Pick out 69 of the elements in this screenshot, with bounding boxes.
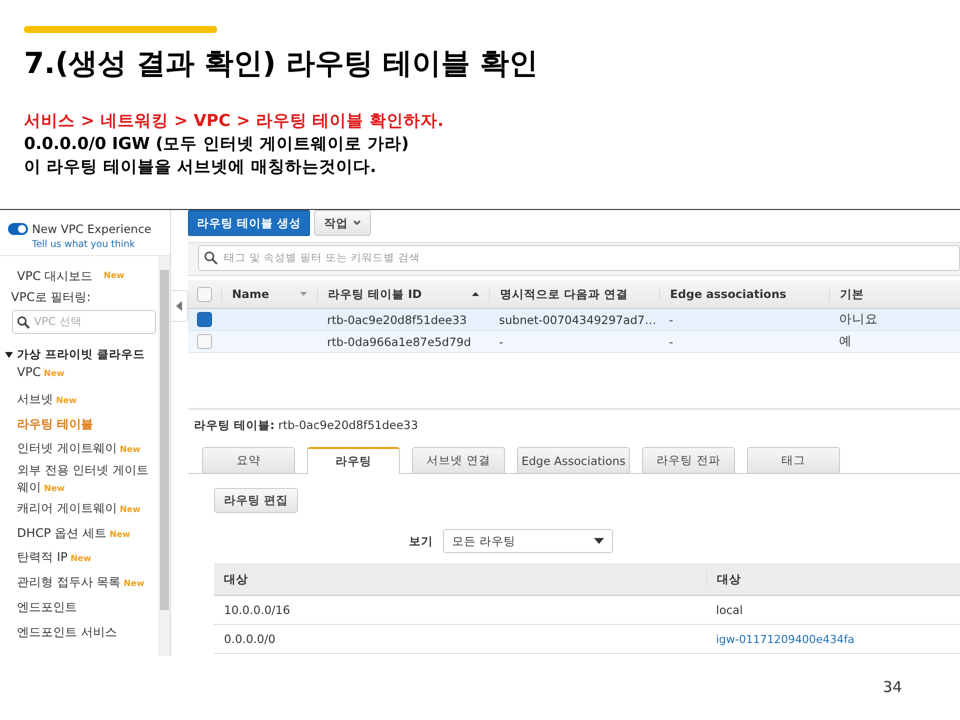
new-label: New xyxy=(104,271,124,282)
table-cell-text: - xyxy=(668,312,674,326)
search-icon xyxy=(17,316,30,328)
vpc-filter-field[interactable]: VPC 선택 xyxy=(12,310,156,334)
caret-down-icon[interactable] xyxy=(5,350,13,358)
tab[interactable]: 서브넷 연결 xyxy=(412,447,505,473)
tab[interactable]: Edge Associations xyxy=(517,447,630,473)
table-cell-text: 아니요 xyxy=(838,311,879,328)
table-cell-text: local xyxy=(715,603,744,617)
column-header[interactable]: 명시적으로 다음과 연결 xyxy=(489,286,659,302)
gateway-link[interactable]: igw-01171209400e434fa xyxy=(716,633,854,646)
table-cell-text: - xyxy=(498,334,504,348)
nav-item[interactable]: 엔드포인트 xyxy=(17,599,85,616)
slide-text: 0.0.0.0/0 IGW (모두 인터넷 게이트웨이로 가라) xyxy=(24,133,410,155)
column-header[interactable]: Name xyxy=(221,287,317,301)
table-cell-text: 예 xyxy=(838,333,853,350)
table-cell-text: rtb-0ac9e20d8f51dee33 xyxy=(326,312,468,326)
nav-item[interactable]: 탄력적 IP New xyxy=(17,549,100,568)
nav-item[interactable]: 관리형 접두사 목록 New xyxy=(17,574,152,593)
nav-item[interactable]: 서브넷 New xyxy=(17,390,85,410)
nav-group-heading[interactable]: 가상 프라이빗 클라우드 xyxy=(17,347,146,362)
nav-item[interactable]: VPC New xyxy=(17,364,73,384)
slide-text: 이 라우팅 테이블을 서브넷에 매칭하는것이다. xyxy=(24,156,378,178)
row-checkbox[interactable] xyxy=(197,312,212,327)
nav-item[interactable]: 인터넷 게이트웨이 New xyxy=(17,440,149,459)
detail-value: rtb-0ac9e20d8f51dee33 xyxy=(278,418,418,432)
caret-down-icon xyxy=(594,538,604,544)
view-select[interactable]: 모든 라우팅 xyxy=(443,529,613,553)
search-icon xyxy=(204,251,218,265)
select-all-checkbox[interactable] xyxy=(197,286,212,302)
collapse-sidebar-button[interactable] xyxy=(171,290,188,322)
create-route-table-button[interactable]: 라우팅 테이블 생성 xyxy=(188,210,310,236)
table-cell-text: 0.0.0.0/0 xyxy=(223,632,276,646)
edit-routes-button[interactable]: 라우팅 편집 xyxy=(214,488,298,513)
nav-item[interactable]: 캐리어 게이트웨이 New xyxy=(17,500,149,520)
toggle-label: New VPC Experience xyxy=(32,222,152,236)
scrollbar[interactable] xyxy=(158,256,170,656)
search-field[interactable]: 태그 및 속성별 필터 또는 키워드별 검색 xyxy=(198,245,960,271)
nav-item[interactable]: 외부 전용 인터넷 게이트웨이 New xyxy=(17,462,158,498)
detail-label: 라우팅 테이블: xyxy=(194,418,275,432)
chevron-down-icon xyxy=(353,220,362,226)
row-checkbox[interactable] xyxy=(197,334,212,349)
tab[interactable]: 요약 xyxy=(202,447,295,473)
toggle-switch[interactable] xyxy=(8,223,28,235)
column-header: 대상 xyxy=(223,572,249,586)
nav-item[interactable]: VPC 대시보드 xyxy=(17,268,101,285)
nav-item[interactable]: 엔드포인트 서비스 xyxy=(17,624,125,641)
slide-title: 7.(생성 결과 확인) 라우팅 테이블 확인 xyxy=(24,45,540,82)
table-cell-text: subnet-00704349297ad7… xyxy=(498,312,658,326)
slide-text: 서비스 > 네트워킹 > VPC > 라우팅 테이블 확인하자. xyxy=(24,110,445,132)
actions-button[interactable]: 작업 xyxy=(314,210,372,236)
table-cell-text: 10.0.0.0/16 xyxy=(223,603,292,617)
page-number: 34 xyxy=(882,678,902,696)
table-cell-text: rtb-0da966a1e87e5d79d xyxy=(326,334,472,348)
column-header: 대상 xyxy=(706,572,960,586)
view-label: 보기 xyxy=(409,534,433,548)
sort-caret-icon xyxy=(472,292,479,296)
filter-label: VPC로 필터링: xyxy=(11,288,92,306)
tab[interactable]: 태그 xyxy=(747,447,840,473)
sort-caret-icon xyxy=(300,292,307,296)
table-cell-text: - xyxy=(668,334,674,348)
column-header[interactable]: 라우팅 테이블 ID xyxy=(317,286,489,302)
nav-item[interactable]: DHCP 옵션 세트 New xyxy=(17,524,138,544)
tab[interactable]: 라우팅 전파 xyxy=(642,447,735,473)
column-header[interactable]: Edge associations xyxy=(659,287,829,301)
column-header[interactable]: 기본 xyxy=(829,286,960,302)
feedback-link[interactable]: Tell us what you think xyxy=(32,239,136,250)
tab[interactable]: 라우팅 xyxy=(307,447,400,474)
caret-left-icon xyxy=(176,301,182,311)
